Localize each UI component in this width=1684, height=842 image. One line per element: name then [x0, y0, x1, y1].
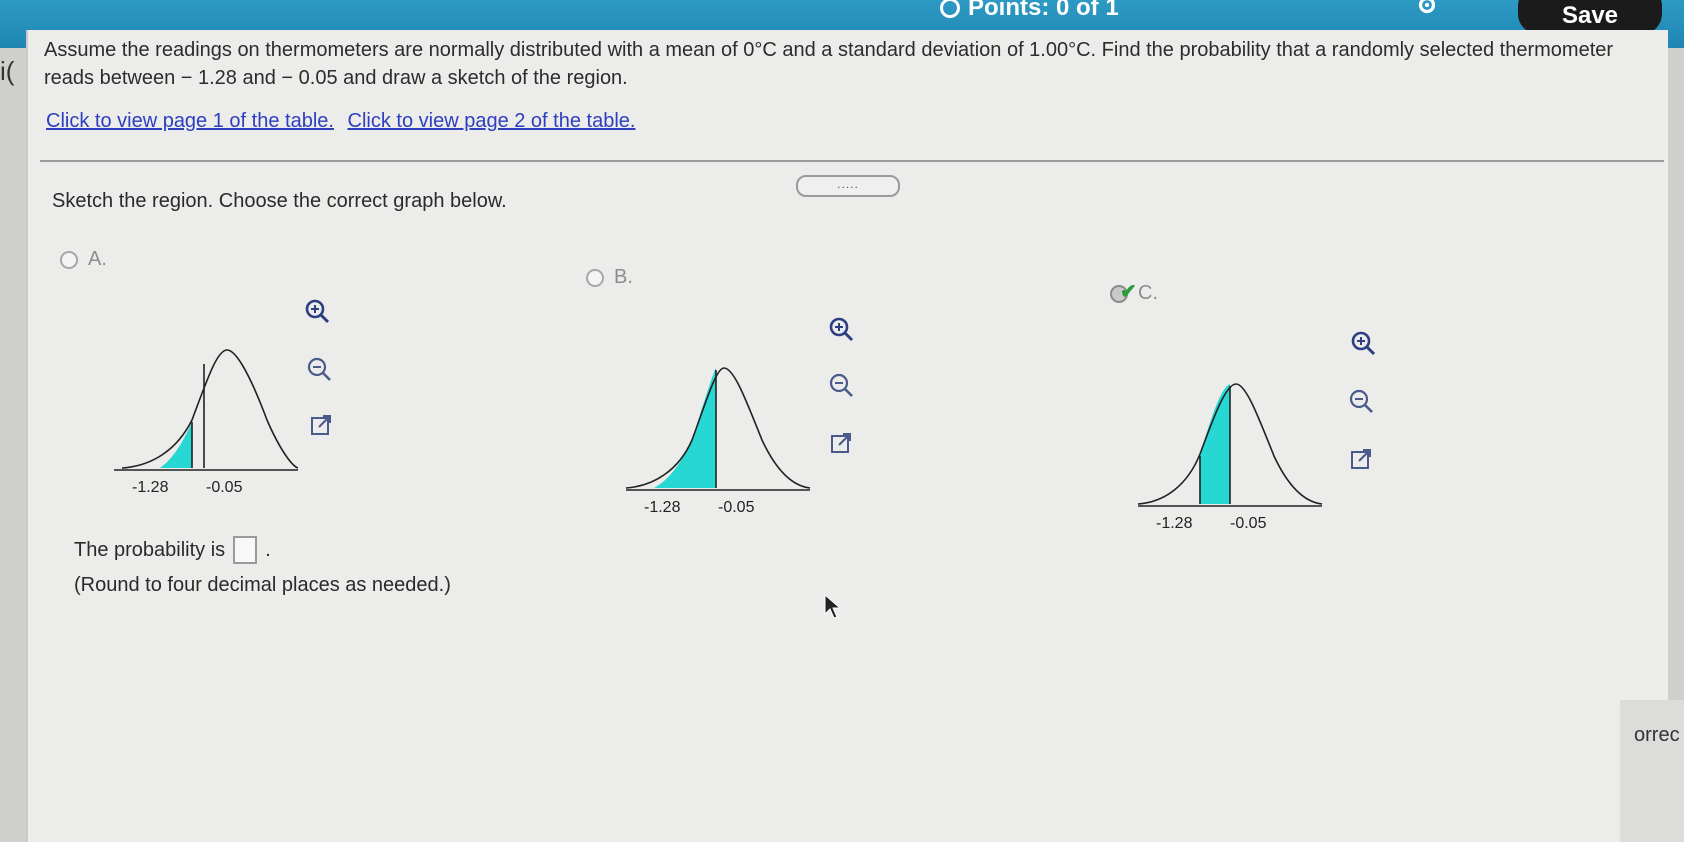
divider: [40, 160, 1664, 162]
option-c-tick-1: -1.28: [1156, 515, 1193, 532]
option-a-zoom-out-icon[interactable]: [304, 354, 334, 384]
option-b-zoom-in-icon[interactable]: [826, 314, 856, 344]
option-c-popout-icon[interactable]: [1346, 444, 1376, 474]
probability-input[interactable]: [233, 536, 258, 564]
option-c[interactable]: ✔ C.: [1110, 281, 1158, 305]
answer-trailing: .: [265, 538, 271, 561]
option-a-zoom-in-icon[interactable]: [302, 296, 332, 326]
option-b-curve: [625, 367, 811, 489]
option-b-popout-icon[interactable]: [826, 428, 856, 458]
option-a[interactable]: A.: [60, 248, 107, 271]
instruction-text: Sketch the region. Choose the correct gr…: [52, 190, 507, 212]
points-ring-icon: [940, 0, 960, 18]
expand-more-button[interactable]: .....: [796, 175, 900, 197]
option-b-radio[interactable]: [586, 268, 604, 287]
checkmark-icon: ✔: [1120, 280, 1137, 303]
option-a-graph: -1.28 -0.05: [114, 349, 299, 496]
option-c-tick-2: -0.05: [1230, 515, 1267, 532]
option-a-tick-2: -0.05: [206, 479, 243, 496]
option-c-graph: -1.28 -0.05: [1137, 383, 1323, 532]
table-page-1-link[interactable]: Click to view page 1 of the table.: [46, 110, 334, 132]
option-a-label: A.: [88, 248, 107, 270]
table-links: Click to view page 1 of the table. Click…: [46, 110, 643, 133]
right-edge-text: orrec: [1634, 724, 1680, 746]
option-c-zoom-in-icon[interactable]: [1348, 328, 1378, 358]
option-a-radio[interactable]: [60, 250, 78, 269]
option-a-curve: [121, 349, 299, 469]
option-c-zoom-out-icon[interactable]: [1346, 386, 1376, 416]
option-c-radio[interactable]: ✔: [1110, 281, 1137, 303]
option-b-label: B.: [614, 266, 633, 288]
gear-icon[interactable]: [1414, 0, 1440, 18]
right-edge-panel: [1620, 700, 1684, 842]
answer-label: The probability is: [74, 538, 226, 561]
option-a-tick-1: -1.28: [132, 479, 169, 496]
mouse-cursor-icon: [824, 594, 842, 619]
option-b-tick-2: -0.05: [718, 499, 755, 516]
option-b-shade: [654, 368, 716, 488]
rounding-note: (Round to four decimal places as needed.…: [74, 574, 451, 596]
option-b-graph: -1.28 -0.05: [625, 367, 811, 516]
points-indicator: Points: 0 of 1: [940, 0, 1119, 22]
table-page-2-link[interactable]: Click to view page 2 of the table.: [348, 110, 636, 132]
points-text: Points: 0 of 1: [968, 0, 1119, 21]
option-b-zoom-out-icon[interactable]: [826, 370, 856, 400]
answer-line: The probability is .: [74, 536, 271, 564]
option-c-label: C.: [1138, 282, 1158, 304]
left-edge-text: i(: [0, 56, 15, 86]
option-b[interactable]: B.: [586, 266, 633, 289]
save-button[interactable]: Save: [1518, 0, 1662, 34]
option-a-popout-icon[interactable]: [306, 410, 336, 440]
option-b-tick-1: -1.28: [644, 499, 681, 516]
question-text: Assume the readings on thermometers are …: [44, 39, 1614, 89]
